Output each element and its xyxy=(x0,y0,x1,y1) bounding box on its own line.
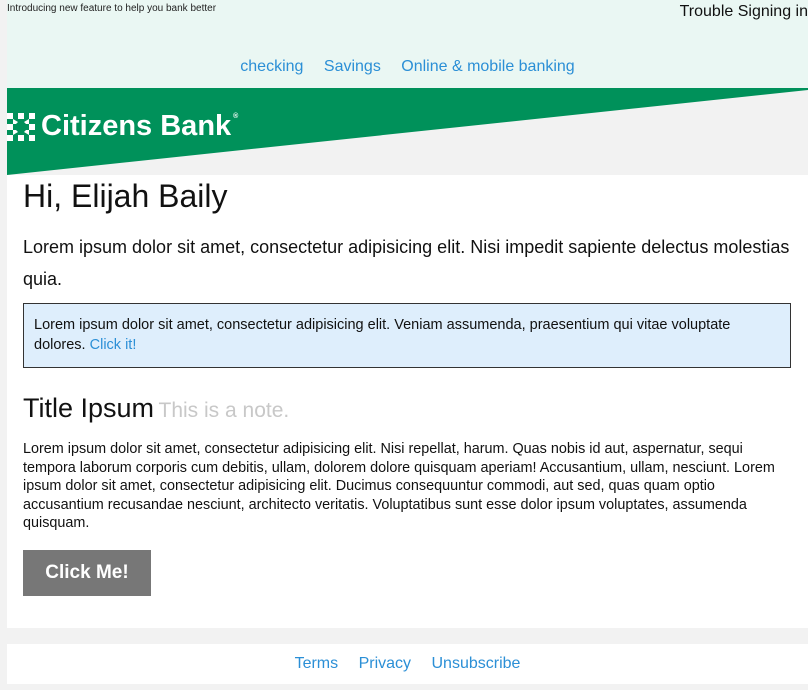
top-nav: checking Savings Online & mobile banking xyxy=(7,58,808,76)
nav-online-banking-link[interactable]: Online & mobile banking xyxy=(401,58,574,75)
section-note: This is a note. xyxy=(158,399,290,422)
email-page: Introducing new feature to help you bank… xyxy=(0,0,808,690)
nav-checking-link[interactable]: checking xyxy=(240,58,303,75)
preheader-text: Introducing new feature to help you bank… xyxy=(7,3,217,14)
nav-savings-link[interactable]: Savings xyxy=(324,58,381,75)
notice-click-link[interactable]: Click it! xyxy=(90,337,137,353)
footer-unsubscribe-link[interactable]: Unsubscribe xyxy=(431,655,520,672)
brand-banner: Citizens Bank ® xyxy=(7,88,808,175)
brand-trademark: ® xyxy=(233,113,239,120)
email-header: Introducing new feature to help you bank… xyxy=(7,0,808,88)
logo-mark-icon xyxy=(7,112,35,141)
brand-name: Citizens Bank xyxy=(41,110,232,142)
greeting-heading: Hi, Elijah Baily xyxy=(23,178,228,214)
notice-box: Lorem ipsum dolor sit amet, consectetur … xyxy=(23,303,791,368)
email-footer: Terms Privacy Unsubscribe xyxy=(7,644,808,684)
body-paragraph: Lorem ipsum dolor sit amet, consectetur … xyxy=(23,441,775,531)
footer-terms-link[interactable]: Terms xyxy=(295,655,339,672)
footer-privacy-link[interactable]: Privacy xyxy=(359,655,411,672)
trouble-signing-in-link[interactable]: Trouble Signing in xyxy=(680,3,808,21)
section-title: Title Ipsum xyxy=(23,393,155,423)
click-me-button[interactable]: Click Me! xyxy=(23,550,151,596)
notice-text: Lorem ipsum dolor sit amet, consectetur … xyxy=(34,317,731,353)
intro-text: Lorem ipsum dolor sit amet, consectetur … xyxy=(23,237,790,289)
email-body: Hi, Elijah Baily Lorem ipsum dolor sit a… xyxy=(7,175,808,628)
section-title-row: Title Ipsum This is a note. xyxy=(23,393,289,424)
citizens-bank-logo[interactable]: Citizens Bank ® xyxy=(7,110,238,143)
